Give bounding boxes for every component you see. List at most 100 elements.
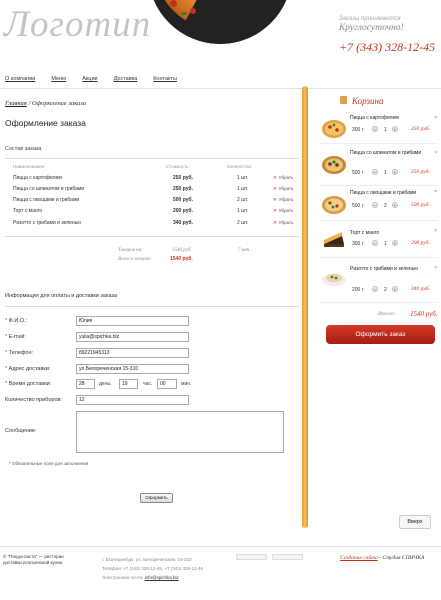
cart-item-name: Ризотто с грибами и зеленью bbox=[350, 266, 419, 272]
plus-button[interactable]: + bbox=[392, 240, 398, 246]
email-label: * E-mail: bbox=[5, 334, 26, 340]
address-label: * Адрес доставки: bbox=[5, 366, 51, 372]
developer-link[interactable]: Создание сайта bbox=[340, 555, 378, 561]
cart-divider bbox=[320, 143, 438, 144]
phone-label: * Телефон: bbox=[5, 350, 34, 356]
nav-menu[interactable]: Меню bbox=[51, 76, 66, 82]
cart-divider bbox=[320, 220, 438, 221]
plus-button[interactable]: + bbox=[392, 286, 398, 292]
footer-divider bbox=[0, 546, 441, 547]
cart-item-weight: 500 г bbox=[352, 170, 364, 176]
fio-input[interactable]: Юлия bbox=[76, 316, 189, 326]
nav-contacts[interactable]: Контакты bbox=[153, 76, 177, 82]
hour-input[interactable]: 19 bbox=[119, 379, 138, 389]
goods-value: 1540 руб. bbox=[172, 248, 192, 253]
pizza-thumb-icon bbox=[322, 120, 346, 138]
decorative-rod bbox=[302, 86, 308, 528]
cart-item-weight: 500 г bbox=[352, 203, 364, 209]
minus-button[interactable]: – bbox=[372, 286, 378, 292]
row-qty: 1 шт. bbox=[237, 175, 249, 181]
pizza-thumb-icon bbox=[322, 196, 346, 214]
row-qty: 1 шт. bbox=[237, 186, 249, 192]
row-price: 250 руб. bbox=[173, 186, 193, 192]
remove-icon[interactable]: × bbox=[434, 265, 437, 271]
cart-item-qty: 2 bbox=[384, 203, 387, 209]
address-input[interactable]: ул.Белореченская 15-310 bbox=[76, 364, 189, 374]
row-name: Торт с манго bbox=[13, 208, 43, 214]
remove-icon[interactable]: × bbox=[434, 115, 437, 121]
row-price: 250 руб. bbox=[173, 175, 193, 181]
nav-about[interactable]: О компании bbox=[5, 76, 35, 82]
site-logo[interactable]: Логотип bbox=[4, 3, 151, 46]
remove-link[interactable]: ✕ Убрать bbox=[273, 220, 293, 226]
pizza-image bbox=[148, 0, 292, 44]
minus-button[interactable]: – bbox=[372, 240, 378, 246]
nav-promotions[interactable]: Акции bbox=[82, 76, 97, 82]
plus-button[interactable]: + bbox=[392, 169, 398, 175]
goods-label: Товаров на: bbox=[118, 248, 143, 253]
plus-button[interactable]: + bbox=[392, 126, 398, 132]
minus-button[interactable]: – bbox=[372, 126, 378, 132]
cart-item-price: 500 руб. bbox=[411, 202, 430, 208]
footer-contacts: г. Екатеринбург, ул. Белореченская, 15-3… bbox=[102, 555, 242, 582]
breadcrumb-current: Оформление заказа bbox=[31, 100, 87, 107]
cart-item-qty: 1 bbox=[384, 241, 387, 247]
nav-delivery[interactable]: Доставка bbox=[114, 76, 138, 82]
cart-item-name: Пицца со шпинатом и грибами bbox=[350, 150, 422, 156]
remove-icon[interactable]: × bbox=[434, 228, 437, 234]
cart-total-label: Итого: bbox=[378, 311, 396, 317]
email-field[interactable]: yulia@spichka.biz bbox=[76, 332, 189, 342]
minute-label: мин. bbox=[181, 381, 192, 387]
cart-item-price: 200 руб. bbox=[411, 240, 430, 246]
total-label: Всего к оплате: bbox=[118, 257, 152, 262]
cart-item-qty: 1 bbox=[384, 170, 387, 176]
minus-button[interactable]: – bbox=[372, 202, 378, 208]
page-title: Оформление заказа bbox=[5, 118, 86, 128]
minute-input[interactable]: 00 bbox=[157, 379, 177, 389]
remove-icon[interactable]: × bbox=[434, 189, 437, 195]
cart-item-name: Пицца с картофелем bbox=[350, 115, 399, 121]
row-name: Пицца с овощами и грибами bbox=[13, 197, 80, 203]
remove-link[interactable]: ✕ Убрать bbox=[273, 197, 293, 203]
cart-item-qty: 2 bbox=[384, 287, 387, 293]
col-qty: Количество: bbox=[227, 164, 253, 169]
submit-button[interactable]: Оформить bbox=[140, 493, 173, 503]
counter-badge bbox=[236, 554, 267, 560]
checkout-button[interactable]: Оформить заказ bbox=[326, 325, 435, 344]
row-qty: 1 шт. bbox=[237, 208, 249, 214]
remove-link[interactable]: ✕ Убрать bbox=[273, 175, 293, 181]
close-icon: ✕ bbox=[273, 197, 277, 202]
minus-button[interactable]: – bbox=[372, 169, 378, 175]
row-price: 340 руб. bbox=[173, 220, 193, 226]
remove-link[interactable]: ✕ Убрать bbox=[273, 186, 293, 192]
footer-email-row: Электронная почта: info@spichka.biz bbox=[102, 575, 179, 580]
time-label: * Время доставки: bbox=[5, 381, 52, 387]
remove-icon[interactable]: × bbox=[434, 150, 437, 156]
promo-hours: Круглосуточно! bbox=[339, 23, 404, 33]
cart-item-weight: 300 г bbox=[352, 127, 364, 133]
scroll-top-button[interactable]: Вверх bbox=[399, 515, 431, 529]
nav-divider bbox=[0, 88, 441, 89]
cart-icon bbox=[340, 96, 347, 104]
day-input[interactable]: 28 bbox=[76, 379, 95, 389]
promo-small: Заказы принимаются bbox=[339, 16, 401, 22]
fio-label: * Ф.И.О.: bbox=[5, 318, 28, 324]
cart-item-name: Торт с манго bbox=[350, 230, 380, 236]
row-name: Пицца со шпинатом и грибами bbox=[13, 186, 85, 192]
cart-title: Корзина bbox=[352, 96, 384, 106]
remove-link[interactable]: ✕ Убрать bbox=[273, 208, 293, 214]
footer-email-link[interactable]: info@spichka.biz bbox=[145, 575, 179, 580]
devices-input[interactable]: 12 bbox=[76, 395, 189, 405]
pizza-thumb-icon bbox=[322, 156, 346, 174]
row-name: Ризотто с грибами и зеленью bbox=[13, 220, 82, 226]
breadcrumb-home[interactable]: Главная bbox=[5, 100, 27, 107]
plus-button[interactable]: + bbox=[392, 202, 398, 208]
copyright: © "Пицца-паста" — ресторан доставки итал… bbox=[3, 554, 64, 565]
message-textarea[interactable] bbox=[76, 411, 284, 453]
cart-item-name: Пицца с овощами и грибами bbox=[350, 190, 417, 196]
close-icon: ✕ bbox=[273, 175, 277, 180]
cart-divider bbox=[320, 302, 438, 303]
order-divider bbox=[5, 236, 299, 237]
footer-phones: Телефон: +7 (343) 328-12-45, +7 (343) 32… bbox=[102, 566, 203, 571]
phone-input[interactable]: 89221945313 bbox=[76, 348, 189, 358]
